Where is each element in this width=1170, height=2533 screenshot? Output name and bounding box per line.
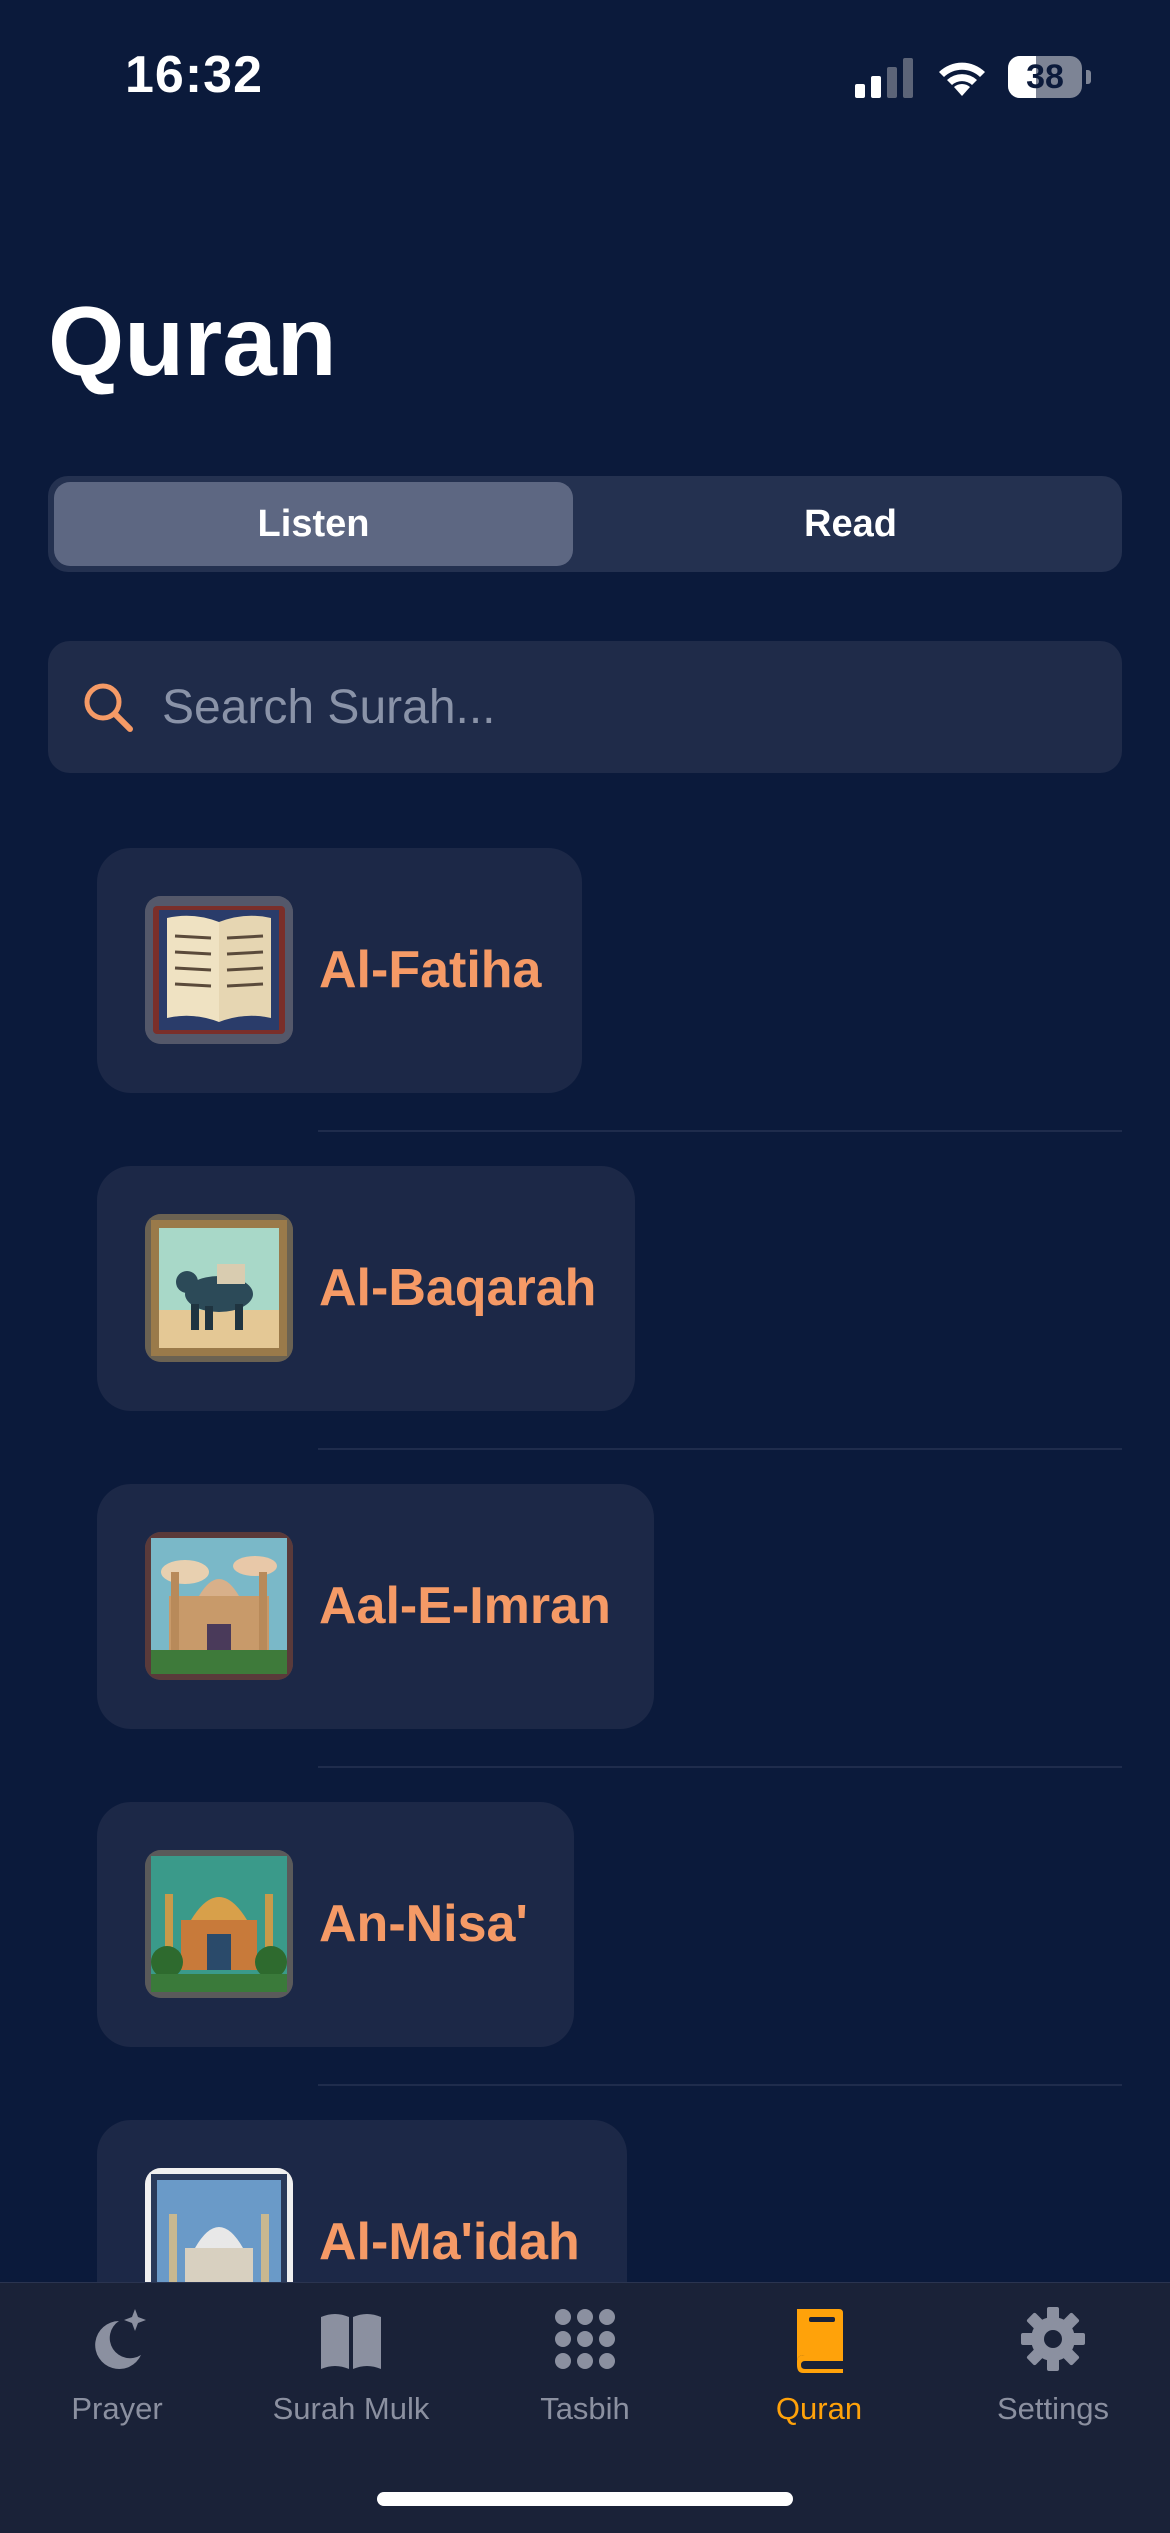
surah-name: Aal-E-Imran xyxy=(319,1577,611,1635)
row-divider xyxy=(318,1766,1122,1768)
wifi-icon xyxy=(939,62,985,96)
surah-thumbnail-mosque xyxy=(145,1532,293,1680)
gear-icon xyxy=(1021,2307,1085,2371)
tab-prayer[interactable]: Prayer xyxy=(0,2283,234,2463)
page-title: Quran xyxy=(48,286,337,396)
search-icon xyxy=(84,683,133,732)
tab-label: Prayer xyxy=(71,2391,163,2426)
search-input[interactable] xyxy=(162,641,1062,773)
tab-tasbih[interactable]: Tasbih xyxy=(468,2283,702,2463)
surah-card[interactable]: Al-Baqarah xyxy=(97,1166,635,1411)
surah-name: Al-Fatiha xyxy=(319,941,542,999)
surah-card[interactable]: Al-Fatiha xyxy=(97,848,582,1093)
surah-thumbnail-open-quran xyxy=(145,896,293,1044)
status-time: 16:32 xyxy=(125,46,263,104)
surah-name: An-Nisa' xyxy=(319,1895,528,1953)
battery-indicator: 38 xyxy=(1008,56,1091,98)
tab-label: Settings xyxy=(996,2391,1109,2426)
search-bar[interactable] xyxy=(48,641,1122,773)
tab-label: Surah Mulk xyxy=(272,2391,430,2426)
segment-listen[interactable]: Listen xyxy=(54,482,573,566)
surah-thumbnail-mosque-garden xyxy=(145,1850,293,1998)
surah-thumbnail-cow xyxy=(145,1214,293,1362)
open-book-icon xyxy=(321,2314,381,2369)
surah-card[interactable]: Aal-E-Imran xyxy=(97,1484,654,1729)
surah-row[interactable]: Al-Fatiha xyxy=(0,848,1170,1166)
row-divider xyxy=(318,1448,1122,1450)
closed-book-icon xyxy=(797,2309,843,2373)
cellular-signal-icon xyxy=(855,58,913,98)
surah-row[interactable]: Al-Baqarah xyxy=(0,1166,1170,1484)
moon-stars-icon xyxy=(95,2309,146,2369)
tab-label: Quran xyxy=(775,2391,863,2426)
segment-read[interactable]: Read xyxy=(591,482,1110,566)
battery-icon: 38 xyxy=(1008,56,1082,98)
dot-grid-icon xyxy=(555,2309,615,2369)
tab-surah-mulk[interactable]: Surah Mulk xyxy=(234,2283,468,2463)
home-indicator xyxy=(377,2492,793,2506)
battery-percent: 38 xyxy=(1026,58,1064,96)
surah-card[interactable]: An-Nisa' xyxy=(97,1802,574,2047)
surah-row[interactable]: Aal-E-Imran xyxy=(0,1484,1170,1802)
surah-name: Al-Baqarah xyxy=(319,1259,597,1317)
row-divider xyxy=(318,2084,1122,2086)
status-bar: 16:32 38 xyxy=(0,0,1170,150)
tab-quran[interactable]: Quran xyxy=(702,2283,936,2463)
listen-read-segmented-control: Listen Read xyxy=(48,476,1122,572)
tab-settings[interactable]: Settings xyxy=(936,2283,1170,2463)
tab-label: Tasbih xyxy=(540,2391,630,2426)
row-divider xyxy=(318,1130,1122,1132)
surah-row[interactable]: An-Nisa' xyxy=(0,1802,1170,2120)
